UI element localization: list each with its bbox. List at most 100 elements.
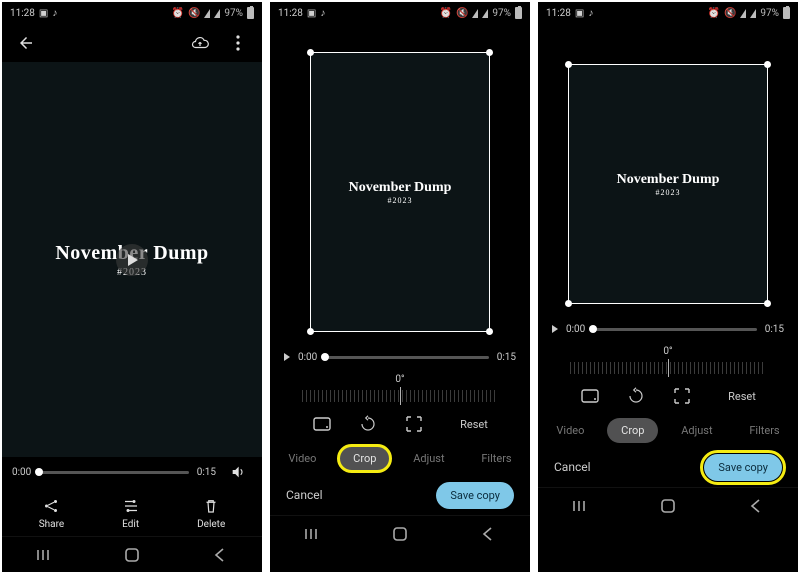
nav-back[interactable] xyxy=(210,546,228,564)
rotation-ruler[interactable] xyxy=(302,390,499,402)
edit-tabs: Video Crop Adjust Filters xyxy=(270,441,530,475)
cancel-button[interactable]: Cancel xyxy=(554,460,591,474)
crop-handle-br[interactable] xyxy=(764,300,771,307)
rotate-icon[interactable] xyxy=(358,414,378,434)
back-button[interactable] xyxy=(12,29,40,57)
time-end: 0:15 xyxy=(497,352,516,363)
nav-home[interactable] xyxy=(659,497,677,515)
alarm-icon: ⏰ xyxy=(440,8,452,19)
status-right: ⏰ 🔇 97% xyxy=(172,7,254,19)
tiktok-icon: ♪ xyxy=(588,8,593,19)
status-bar: 11:28▣♪ ⏰🔇97% xyxy=(538,2,798,24)
battery-pct: 97% xyxy=(492,8,511,19)
crop-handle-tl[interactable] xyxy=(307,49,314,56)
video-preview[interactable]: November Dump #2023 xyxy=(2,62,262,457)
delete-button[interactable]: Delete xyxy=(197,497,225,530)
play-button[interactable] xyxy=(116,244,148,276)
crop-handle-br[interactable] xyxy=(486,328,493,335)
share-button[interactable]: Share xyxy=(39,497,64,530)
battery-pct: 97% xyxy=(224,8,243,19)
free-crop-icon[interactable] xyxy=(404,414,424,434)
tab-video[interactable]: Video xyxy=(274,446,330,471)
play-icon[interactable] xyxy=(284,353,290,361)
reset-button[interactable]: Reset xyxy=(728,390,756,403)
crop-frame[interactable]: November Dump #2023 xyxy=(568,64,768,304)
tab-adjust[interactable]: Adjust xyxy=(667,418,726,443)
cloud-backup-icon[interactable] xyxy=(186,29,214,57)
tab-crop[interactable]: Crop xyxy=(607,418,658,443)
video-title: November Dump xyxy=(349,180,452,196)
tiktok-icon: ♪ xyxy=(52,8,57,19)
rotation-ruler-row xyxy=(270,385,530,407)
aspect-ratio-icon[interactable] xyxy=(312,414,332,434)
crop-handle-tl[interactable] xyxy=(565,61,572,68)
cancel-button[interactable]: Cancel xyxy=(286,488,323,502)
crop-handle-bl[interactable] xyxy=(565,300,572,307)
nav-home[interactable] xyxy=(123,546,141,564)
time-start: 0:00 xyxy=(12,467,31,478)
nav-bar xyxy=(538,487,798,523)
crop-tool-row: Reset xyxy=(538,379,798,413)
nav-recents[interactable] xyxy=(304,525,322,543)
more-menu-icon[interactable] xyxy=(224,29,252,57)
rotation-ruler[interactable] xyxy=(570,362,767,374)
time-end: 0:15 xyxy=(765,324,784,335)
mute-icon: 🔇 xyxy=(456,8,468,19)
save-copy-button[interactable]: Save copy xyxy=(704,454,782,481)
crop-handle-bl[interactable] xyxy=(307,328,314,335)
rotate-icon[interactable] xyxy=(626,386,646,406)
scrubber-thumb[interactable] xyxy=(35,468,43,476)
mute-icon: 🔇 xyxy=(724,8,736,19)
gallery-icon: ▣ xyxy=(575,8,584,19)
scrubber-thumb[interactable] xyxy=(589,325,597,333)
screen-editor-save: 11:28▣♪ ⏰🔇97% November Dump #2023 0:00 0… xyxy=(538,2,798,572)
reset-button[interactable]: Reset xyxy=(460,418,488,431)
nav-back[interactable] xyxy=(746,497,764,515)
screen-viewer: 11:28 ▣ ♪ ⏰ 🔇 97% November Dump #2023 xyxy=(2,2,262,572)
edit-label: Edit xyxy=(122,519,139,530)
tab-crop[interactable]: Crop xyxy=(339,446,390,471)
video-text-overlay: November Dump #2023 xyxy=(617,172,720,197)
alarm-icon: ⏰ xyxy=(708,8,720,19)
crop-tool-row: Reset xyxy=(270,407,530,441)
crop-handle-tr[interactable] xyxy=(764,61,771,68)
scrubber-track[interactable] xyxy=(593,328,756,331)
status-time: 11:28 xyxy=(546,8,571,19)
time-start: 0:00 xyxy=(566,324,585,335)
volume-button[interactable] xyxy=(224,458,252,486)
edit-tabs: Video Crop Adjust Filters xyxy=(538,413,798,447)
signal-icon xyxy=(204,9,210,18)
free-crop-icon[interactable] xyxy=(672,386,692,406)
tab-adjust[interactable]: Adjust xyxy=(399,446,458,471)
nav-back[interactable] xyxy=(478,525,496,543)
scrubber-row: 0:00 0:15 xyxy=(270,346,530,368)
tab-filters[interactable]: Filters xyxy=(467,446,525,471)
alarm-icon: ⏰ xyxy=(172,8,184,19)
tab-filters[interactable]: Filters xyxy=(735,418,793,443)
time-end: 0:15 xyxy=(197,467,216,478)
crop-frame[interactable]: November Dump #2023 xyxy=(310,52,490,332)
top-bar xyxy=(2,24,262,62)
gallery-icon: ▣ xyxy=(39,8,48,19)
crop-area: November Dump #2023 xyxy=(538,24,798,318)
edit-button-row: Cancel Save copy xyxy=(538,447,798,487)
scrubber-track[interactable] xyxy=(325,356,488,359)
nav-recents[interactable] xyxy=(36,546,54,564)
nav-home[interactable] xyxy=(391,525,409,543)
edit-button[interactable]: Edit xyxy=(122,497,140,530)
scrubber-thumb[interactable] xyxy=(321,353,329,361)
video-title: November Dump xyxy=(617,172,720,188)
crop-handle-tr[interactable] xyxy=(486,49,493,56)
tab-video[interactable]: Video xyxy=(542,418,598,443)
nav-bar xyxy=(2,536,262,572)
status-bar: 11:28▣♪ ⏰🔇97% xyxy=(270,2,530,24)
screen-editor-crop-tab: 11:28▣♪ ⏰🔇97% November Dump #2023 0:00 0… xyxy=(270,2,530,572)
aspect-ratio-icon[interactable] xyxy=(580,386,600,406)
save-copy-button[interactable]: Save copy xyxy=(436,482,514,509)
share-label: Share xyxy=(39,519,64,530)
nav-recents[interactable] xyxy=(572,497,590,515)
play-icon[interactable] xyxy=(552,325,558,333)
scrubber-track[interactable] xyxy=(39,471,188,474)
scrubber-row: 0:00 0:15 xyxy=(538,318,798,340)
signal-icon-2 xyxy=(214,9,220,18)
